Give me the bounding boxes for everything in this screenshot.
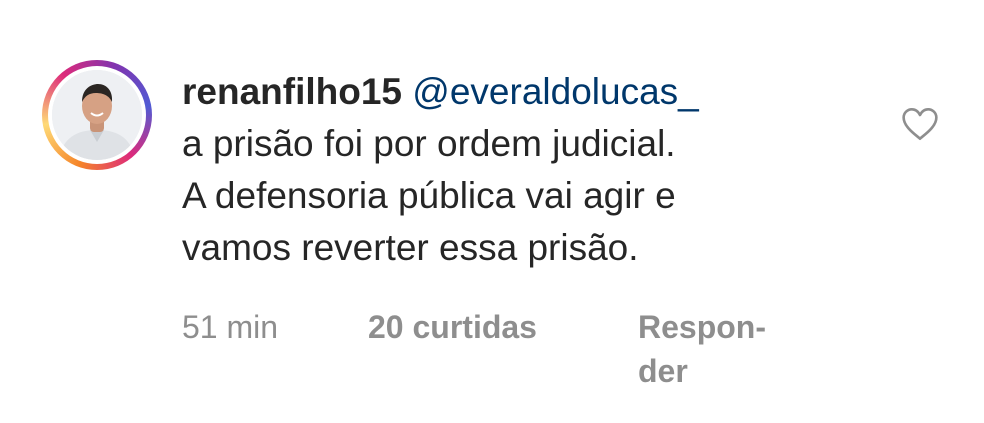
comment-time: 51 min <box>182 309 279 345</box>
heart-outline-icon[interactable] <box>900 106 940 142</box>
reply-button[interactable]: Respon-der <box>638 305 798 393</box>
comment-body: renanfilho15 @everaldolucas_ a prisão fo… <box>182 66 822 274</box>
comment-text-line-1: a prisão foi por ordem judicial. <box>182 123 676 164</box>
comment-mention[interactable]: @everaldolucas_ <box>412 71 698 112</box>
comment-text-line-3: vamos reverter essa prisão. <box>182 227 639 268</box>
avatar[interactable] <box>52 70 142 160</box>
comment-item: renanfilho15 @everaldolucas_ a prisão fo… <box>0 0 984 423</box>
avatar-story-ring[interactable] <box>42 60 152 170</box>
comment-username[interactable]: renanfilho15 <box>182 71 402 112</box>
avatar-person-icon <box>52 70 142 160</box>
likes-count-button[interactable]: 20 curtidas <box>368 305 537 349</box>
reply-label-part-1: Respon- <box>638 309 766 345</box>
comment-text-line-2: A defensoria pública vai agir e <box>182 175 676 216</box>
reply-label-part-2: der <box>638 353 688 389</box>
